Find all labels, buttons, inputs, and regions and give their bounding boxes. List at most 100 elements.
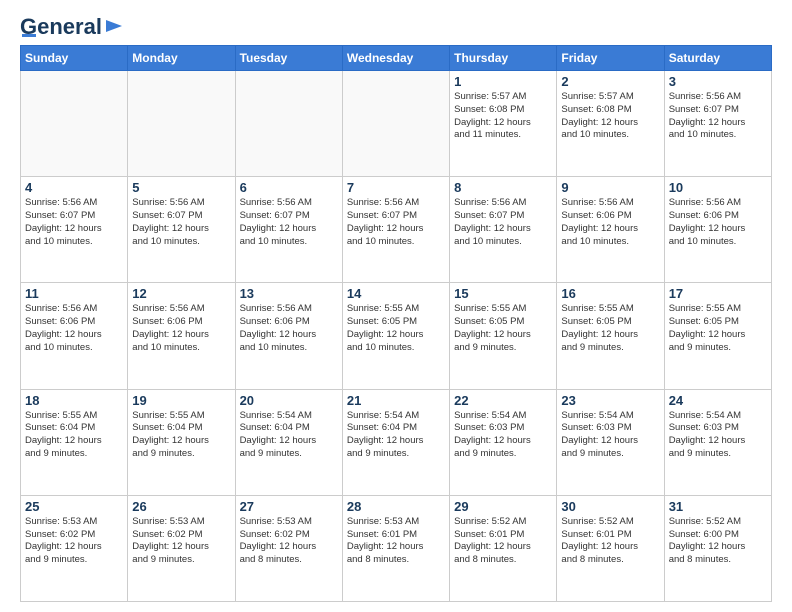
day-info: Sunrise: 5:54 AM Sunset: 6:03 PM Dayligh… [561,410,659,461]
day-info: Sunrise: 5:57 AM Sunset: 6:08 PM Dayligh… [454,91,552,142]
day-number: 27 [240,499,338,514]
day-info: Sunrise: 5:56 AM Sunset: 6:06 PM Dayligh… [669,197,767,248]
calendar-header-thursday: Thursday [450,46,557,71]
day-number: 11 [25,286,123,301]
calendar-header-monday: Monday [128,46,235,71]
calendar-cell: 10 Sunrise: 5:56 AM Sunset: 6:06 PM Dayli… [664,177,771,283]
calendar-cell: 21Sunrise: 5:54 AM Sunset: 6:04 PM Dayli… [342,389,449,495]
calendar-week-row: 4 Sunrise: 5:56 AM Sunset: 6:07 PM Daylig… [21,177,772,283]
day-info: Sunrise: 5:55 AM Sunset: 6:05 PM Dayligh… [347,303,445,354]
calendar-cell [235,71,342,177]
day-number: 24 [669,393,767,408]
calendar-cell: 26 Sunrise: 5:53 AM Sunset: 6:02 PM Dayli… [128,495,235,601]
calendar-cell: 8Sunrise: 5:56 AM Sunset: 6:07 PM Daylig… [450,177,557,283]
calendar-cell: 20 Sunrise: 5:54 AM Sunset: 6:04 PM Dayli… [235,389,342,495]
logo-arrow-icon [104,16,124,36]
calendar-cell: 25 Sunrise: 5:53 AM Sunset: 6:02 PM Dayli… [21,495,128,601]
day-number: 3 [669,74,767,89]
day-info: Sunrise: 5:53 AM Sunset: 6:02 PM Dayligh… [25,516,123,567]
day-info: Sunrise: 5:55 AM Sunset: 6:04 PM Dayligh… [25,410,123,461]
day-number: 21 [347,393,445,408]
calendar-cell: 17 Sunrise: 5:55 AM Sunset: 6:05 PM Dayli… [664,283,771,389]
day-number: 13 [240,286,338,301]
calendar-cell: 29 Sunrise: 5:52 AM Sunset: 6:01 PM Dayli… [450,495,557,601]
day-info: Sunrise: 5:56 AM Sunset: 6:07 PM Dayligh… [669,91,767,142]
day-info: Sunrise: 5:52 AM Sunset: 6:01 PM Dayligh… [454,516,552,567]
day-info: Sunrise: 5:55 AM Sunset: 6:05 PM Dayligh… [561,303,659,354]
calendar-cell: 23 Sunrise: 5:54 AM Sunset: 6:03 PM Dayli… [557,389,664,495]
day-number: 18 [25,393,123,408]
day-number: 28 [347,499,445,514]
day-number: 15 [454,286,552,301]
calendar-header-tuesday: Tuesday [235,46,342,71]
day-number: 5 [132,180,230,195]
calendar-cell: 19 Sunrise: 5:55 AM Sunset: 6:04 PM Dayli… [128,389,235,495]
calendar-header-friday: Friday [557,46,664,71]
day-number: 4 [25,180,123,195]
day-number: 14 [347,286,445,301]
calendar-cell: 5 Sunrise: 5:56 AM Sunset: 6:07 PM Daylig… [128,177,235,283]
calendar-cell [128,71,235,177]
calendar-week-row: 11 Sunrise: 5:56 AM Sunset: 6:06 PM Dayli… [21,283,772,389]
day-info: Sunrise: 5:54 AM Sunset: 6:03 PM Dayligh… [454,410,552,461]
day-info: Sunrise: 5:53 AM Sunset: 6:02 PM Dayligh… [132,516,230,567]
calendar-cell: 24 Sunrise: 5:54 AM Sunset: 6:03 PM Dayli… [664,389,771,495]
day-number: 2 [561,74,659,89]
day-number: 29 [454,499,552,514]
calendar-header-saturday: Saturday [664,46,771,71]
day-info: Sunrise: 5:56 AM Sunset: 6:06 PM Dayligh… [561,197,659,248]
calendar-table: SundayMondayTuesdayWednesdayThursdayFrid… [20,45,772,602]
day-number: 22 [454,393,552,408]
calendar-cell: 30 Sunrise: 5:52 AM Sunset: 6:01 PM Dayli… [557,495,664,601]
day-info: Sunrise: 5:56 AM Sunset: 6:06 PM Dayligh… [240,303,338,354]
calendar-cell: 15 Sunrise: 5:55 AM Sunset: 6:05 PM Dayli… [450,283,557,389]
calendar-cell: 4 Sunrise: 5:56 AM Sunset: 6:07 PM Daylig… [21,177,128,283]
day-number: 12 [132,286,230,301]
day-info: Sunrise: 5:52 AM Sunset: 6:01 PM Dayligh… [561,516,659,567]
calendar-header-wednesday: Wednesday [342,46,449,71]
calendar-cell: 14 Sunrise: 5:55 AM Sunset: 6:05 PM Dayli… [342,283,449,389]
day-number: 1 [454,74,552,89]
page: General SundayMondayTuesdayWednesdayThur… [0,0,792,612]
day-number: 20 [240,393,338,408]
day-info: Sunrise: 5:56 AM Sunset: 6:07 PM Dayligh… [240,197,338,248]
day-info: Sunrise: 5:56 AM Sunset: 6:06 PM Dayligh… [25,303,123,354]
calendar-cell: 7Sunrise: 5:56 AM Sunset: 6:07 PM Daylig… [342,177,449,283]
calendar-header-sunday: Sunday [21,46,128,71]
day-number: 30 [561,499,659,514]
calendar-cell: 9 Sunrise: 5:56 AM Sunset: 6:06 PM Daylig… [557,177,664,283]
day-number: 6 [240,180,338,195]
calendar-cell: 16Sunrise: 5:55 AM Sunset: 6:05 PM Dayli… [557,283,664,389]
day-info: Sunrise: 5:55 AM Sunset: 6:05 PM Dayligh… [669,303,767,354]
header: General [20,16,772,37]
day-info: Sunrise: 5:57 AM Sunset: 6:08 PM Dayligh… [561,91,659,142]
calendar-header-row: SundayMondayTuesdayWednesdayThursdayFrid… [21,46,772,71]
day-number: 23 [561,393,659,408]
calendar-cell: 31Sunrise: 5:52 AM Sunset: 6:00 PM Dayli… [664,495,771,601]
calendar-cell: 11 Sunrise: 5:56 AM Sunset: 6:06 PM Dayli… [21,283,128,389]
day-number: 8 [454,180,552,195]
day-number: 25 [25,499,123,514]
calendar-cell: 18 Sunrise: 5:55 AM Sunset: 6:04 PM Dayli… [21,389,128,495]
day-number: 10 [669,180,767,195]
day-info: Sunrise: 5:56 AM Sunset: 6:07 PM Dayligh… [132,197,230,248]
day-number: 17 [669,286,767,301]
calendar-cell [21,71,128,177]
calendar-cell: 22 Sunrise: 5:54 AM Sunset: 6:03 PM Dayli… [450,389,557,495]
day-info: Sunrise: 5:54 AM Sunset: 6:04 PM Dayligh… [240,410,338,461]
calendar-week-row: 1 Sunrise: 5:57 AM Sunset: 6:08 PM Daylig… [21,71,772,177]
calendar-cell: 6 Sunrise: 5:56 AM Sunset: 6:07 PM Daylig… [235,177,342,283]
day-info: Sunrise: 5:55 AM Sunset: 6:05 PM Dayligh… [454,303,552,354]
calendar-cell: 2 Sunrise: 5:57 AM Sunset: 6:08 PM Daylig… [557,71,664,177]
calendar-cell: 1 Sunrise: 5:57 AM Sunset: 6:08 PM Daylig… [450,71,557,177]
day-info: Sunrise: 5:52 AM Sunset: 6:00 PM Dayligh… [669,516,767,567]
calendar-cell [342,71,449,177]
day-number: 9 [561,180,659,195]
day-number: 26 [132,499,230,514]
day-info: Sunrise: 5:56 AM Sunset: 6:07 PM Dayligh… [25,197,123,248]
day-info: Sunrise: 5:55 AM Sunset: 6:04 PM Dayligh… [132,410,230,461]
day-number: 19 [132,393,230,408]
day-info: Sunrise: 5:54 AM Sunset: 6:03 PM Dayligh… [669,410,767,461]
day-info: Sunrise: 5:53 AM Sunset: 6:02 PM Dayligh… [240,516,338,567]
calendar-cell: 3 Sunrise: 5:56 AM Sunset: 6:07 PM Daylig… [664,71,771,177]
